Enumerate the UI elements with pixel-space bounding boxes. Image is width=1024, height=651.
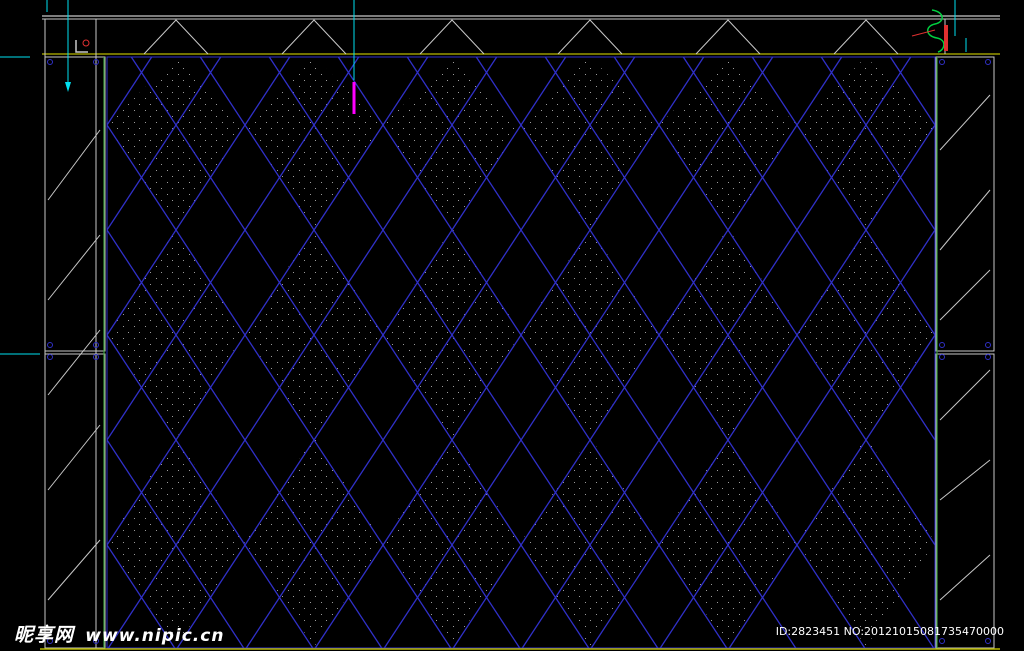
bolt-circle bbox=[939, 638, 945, 644]
watermark: 昵享网 www.nipic.cn bbox=[14, 620, 224, 647]
header-triangle bbox=[557, 19, 623, 55]
dotted-diamond bbox=[797, 228, 935, 438]
right-hatch-line bbox=[939, 369, 991, 421]
right-hatch-line bbox=[939, 459, 991, 501]
header-triangle bbox=[833, 19, 899, 55]
bolt-circle bbox=[47, 342, 53, 348]
dotted-diamond bbox=[659, 57, 797, 230]
header-triangle bbox=[695, 19, 761, 55]
bolt-circle bbox=[939, 354, 945, 360]
left-hatch-line bbox=[47, 539, 101, 601]
bolt-circle bbox=[985, 638, 991, 644]
header-triangle bbox=[281, 19, 347, 55]
dotted-diamond bbox=[107, 57, 245, 230]
dotted-diamond bbox=[521, 57, 659, 230]
watermark-url: www.nipic.cn bbox=[85, 626, 225, 646]
bolt-circle bbox=[985, 354, 991, 360]
left-hatch-line bbox=[47, 129, 101, 201]
bolt-circle bbox=[47, 354, 53, 360]
elevation-drawing bbox=[0, 0, 1000, 650]
header-triangle bbox=[143, 19, 209, 55]
cad-viewport: 昵享网 www.nipic.cn ID:2823451 NO:201210150… bbox=[0, 0, 1024, 651]
dotted-diamond bbox=[521, 437, 659, 647]
header-triangle bbox=[419, 19, 485, 55]
right-jamb-lower bbox=[935, 353, 995, 649]
bolt-circle bbox=[47, 59, 53, 65]
right-hatch-line bbox=[939, 554, 991, 601]
dotted-diamond bbox=[797, 437, 935, 647]
bolt-circle bbox=[985, 342, 991, 348]
dotted-diamond bbox=[107, 437, 245, 647]
right-hatch-line bbox=[939, 269, 991, 321]
valve-symbol bbox=[944, 25, 948, 51]
dotted-diamond bbox=[383, 57, 521, 230]
dotted-diamond bbox=[245, 57, 383, 230]
dotted-diamond bbox=[383, 228, 521, 438]
bolt-circle bbox=[939, 59, 945, 65]
left-hatch-line bbox=[47, 234, 101, 301]
left-hatch-line bbox=[47, 424, 101, 491]
image-id-label: ID:2823451 NO:20121015081735470000 bbox=[775, 625, 1004, 638]
right-jamb-upper bbox=[935, 56, 995, 352]
dotted-diamond bbox=[383, 437, 521, 647]
right-hatch-line bbox=[939, 94, 991, 151]
target-symbol bbox=[82, 39, 90, 47]
bolt-circle bbox=[985, 59, 991, 65]
left-hatch-line bbox=[47, 329, 101, 396]
dotted-diamond bbox=[245, 228, 383, 438]
leader-arrow bbox=[65, 82, 71, 92]
valve-arrow bbox=[911, 29, 936, 37]
bolt-circle bbox=[939, 342, 945, 348]
watermark-logo: 昵享网 bbox=[14, 624, 75, 646]
dotted-diamond bbox=[797, 57, 935, 230]
dotted-diamond bbox=[521, 228, 659, 438]
dotted-diamond bbox=[245, 437, 383, 647]
right-hatch-line bbox=[939, 189, 991, 251]
dotted-diamond bbox=[107, 228, 245, 438]
left-jamb-outer bbox=[44, 18, 97, 650]
dotted-diamond bbox=[659, 228, 797, 438]
dotted-diamond bbox=[659, 437, 797, 647]
